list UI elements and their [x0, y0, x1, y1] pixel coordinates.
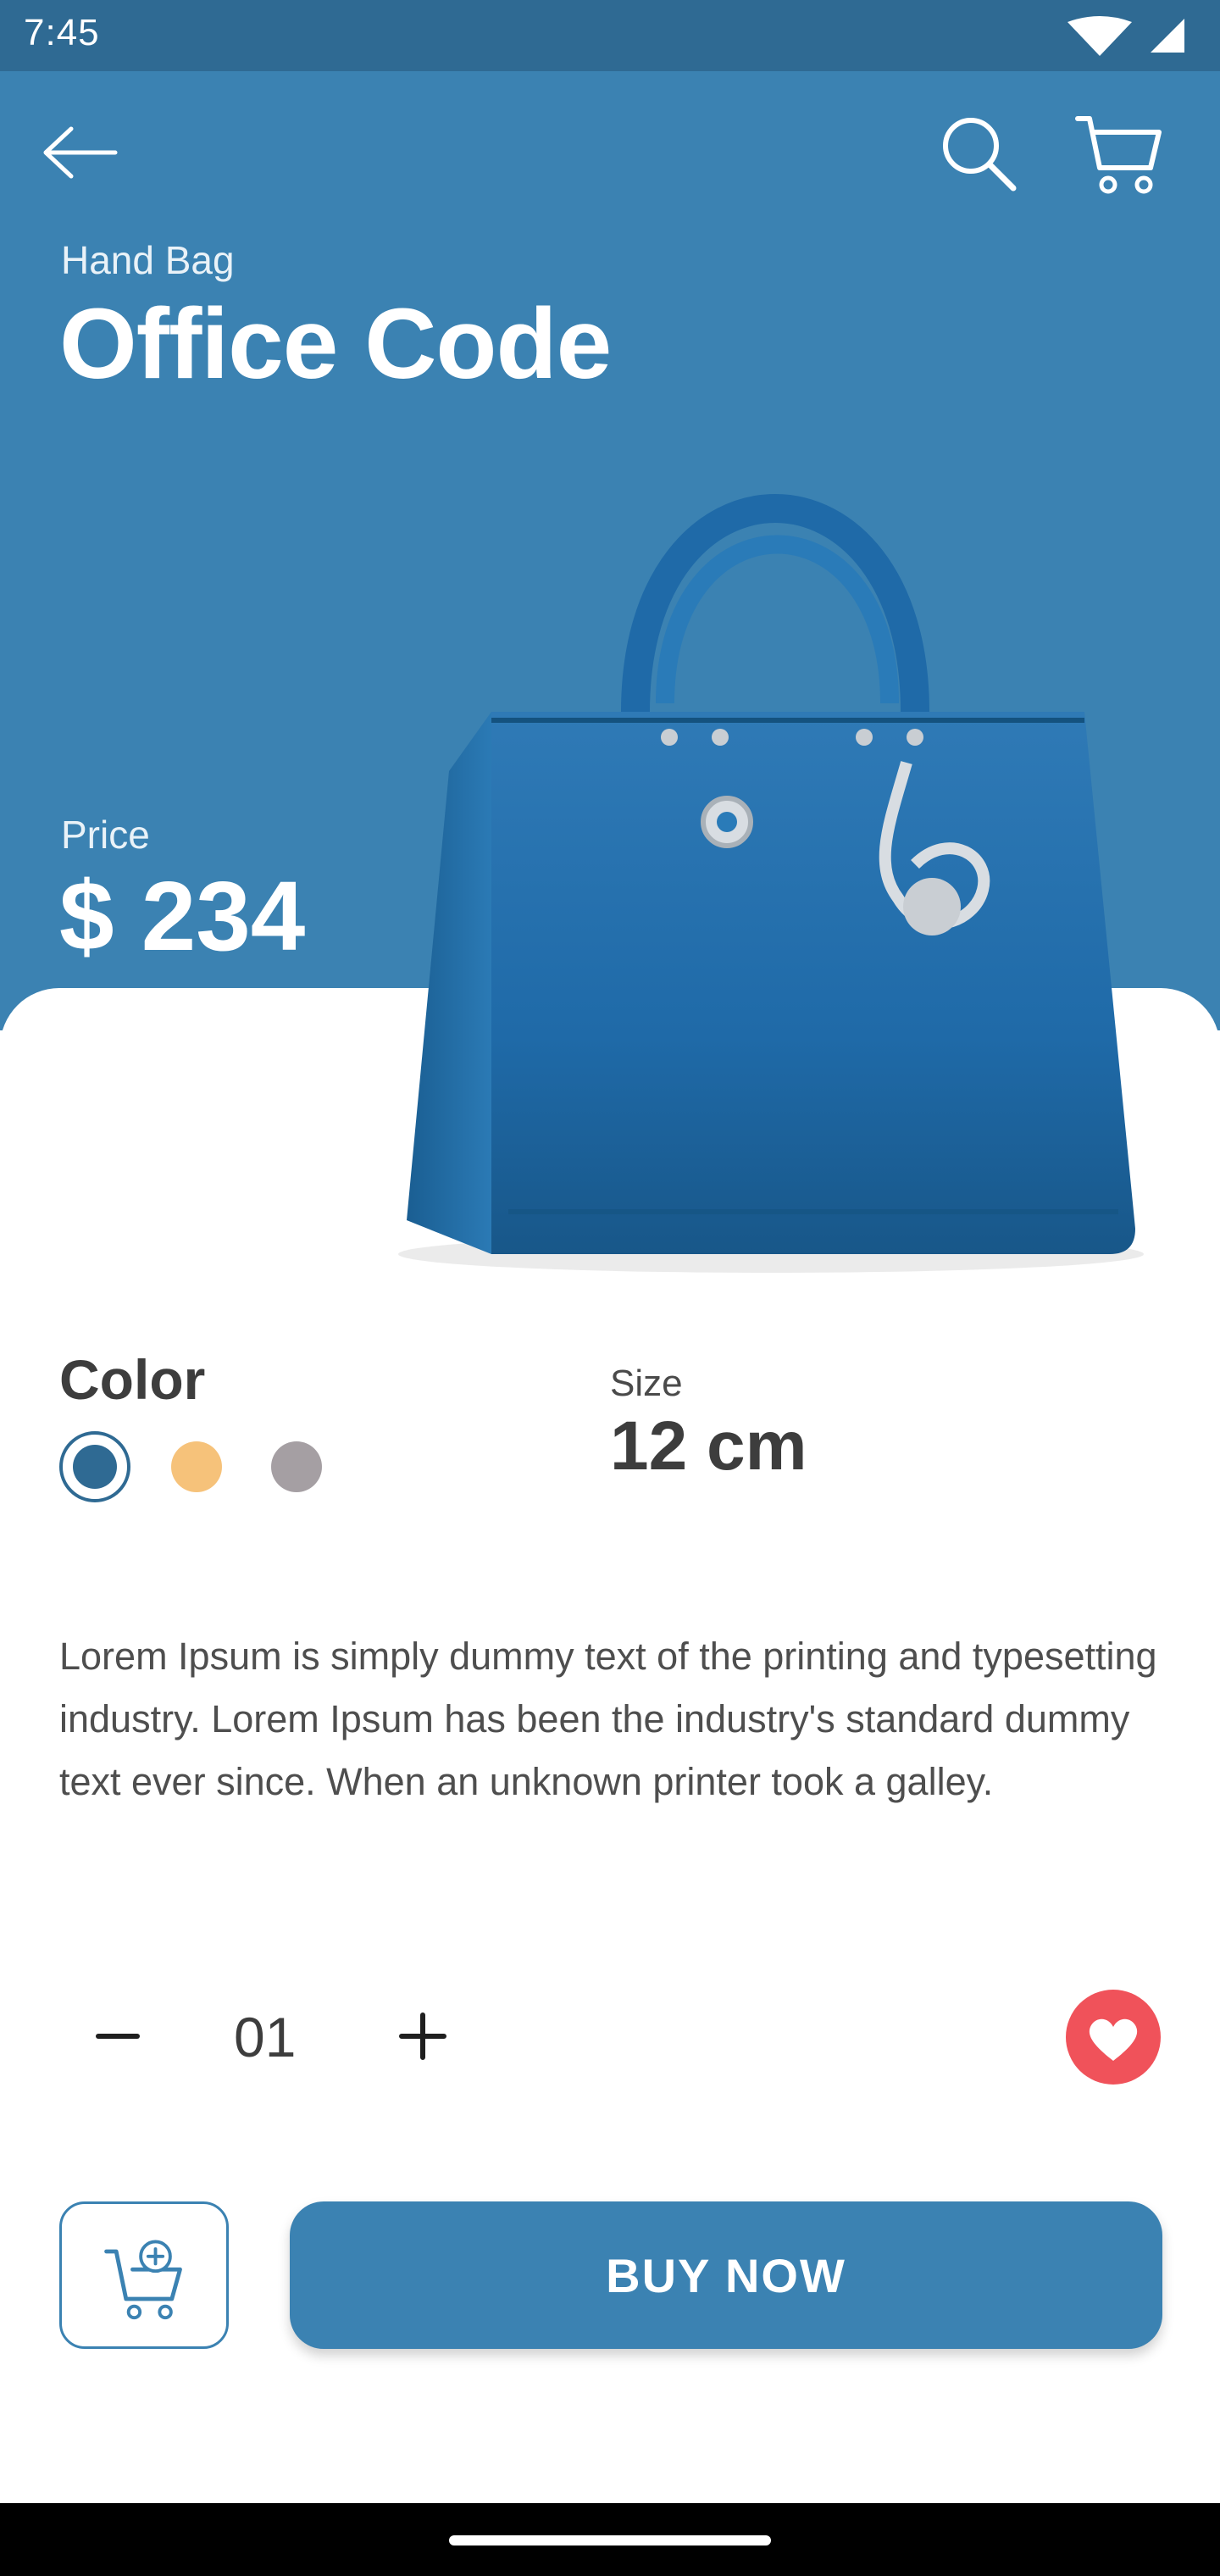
color-swatch-orange[interactable] [171, 1441, 222, 1492]
status-icons [1068, 16, 1184, 56]
product-price: $ 234 [59, 861, 306, 971]
home-indicator[interactable] [449, 2535, 771, 2545]
product-category: Hand Bag [61, 238, 235, 282]
product-title: Office Code [59, 288, 612, 400]
status-bar: 7:45 [0, 0, 1220, 71]
color-swatch-gray[interactable] [271, 1441, 322, 1492]
search-icon[interactable] [935, 110, 1020, 195]
status-time: 7:45 [24, 12, 100, 53]
cart-add-icon [104, 2240, 182, 2320]
quantity-value: 01 [234, 2006, 297, 2068]
product-description: Lorem Ipsum is simply dummy text of the … [59, 1635, 1157, 1803]
color-label: Color [59, 1348, 206, 1411]
size-value: 12 cm [610, 1407, 807, 1485]
product-image [398, 494, 1144, 1273]
plus-icon[interactable] [386, 2000, 459, 2073]
signal-icon [1151, 19, 1184, 53]
color-swatch-blue[interactable] [59, 1431, 130, 1502]
favorite-button[interactable] [1066, 1990, 1161, 2085]
wifi-icon [1068, 16, 1132, 56]
arrow-left-icon[interactable] [34, 110, 127, 195]
color-swatches [59, 1430, 347, 1503]
add-to-cart-button[interactable] [59, 2201, 229, 2349]
buy-now-button[interactable]: BUY NOW [290, 2201, 1162, 2349]
size-label: Size [610, 1363, 683, 1404]
cart-icon[interactable] [1073, 107, 1166, 200]
price-label: Price [61, 813, 150, 857]
system-navigation-bar [0, 2503, 1220, 2576]
minus-icon[interactable] [81, 2000, 154, 2073]
heart-icon [1089, 2018, 1138, 2061]
